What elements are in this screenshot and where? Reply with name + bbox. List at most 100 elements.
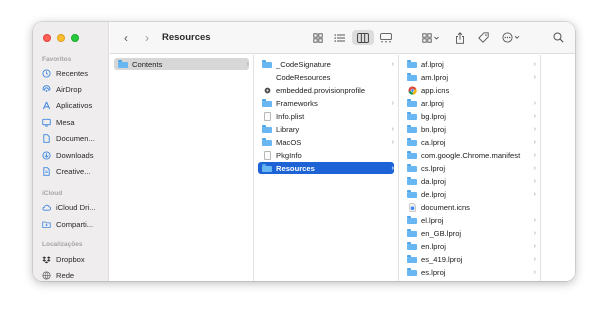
list-item[interactable]: embedded.provisionprofile <box>258 84 394 96</box>
sidebar: Favoritos Recentes AirDrop Aplicativos M… <box>33 22 109 281</box>
document-icon <box>262 150 272 160</box>
chevron-right-icon: › <box>533 151 536 159</box>
column-2: _CodeSignature › CodeResources embedded.pro… <box>254 55 399 281</box>
chevron-right-icon: › <box>533 60 536 68</box>
chevron-right-icon: › <box>533 177 536 185</box>
share-icon <box>456 31 464 44</box>
sidebar-item-label: Creative... <box>56 166 91 176</box>
list-item[interactable]: ar.lproj › <box>403 97 536 109</box>
list-item[interactable]: cs.lproj › <box>403 162 536 174</box>
sidebar-item-airdrop[interactable]: AirDrop <box>42 83 106 95</box>
folder-icon <box>262 125 272 134</box>
list-icon <box>334 33 345 42</box>
minimize-button[interactable] <box>57 34 65 42</box>
list-item[interactable]: Info.plist <box>258 110 394 122</box>
sidebar-item-recentes[interactable]: Recentes <box>42 67 106 79</box>
finder-window: Favoritos Recentes AirDrop Aplicativos M… <box>33 22 575 281</box>
item-name: af.lproj <box>421 59 444 69</box>
item-name: document.icns <box>421 202 470 212</box>
item-name: el.lproj <box>421 215 444 225</box>
list-item[interactable]: Resources › <box>258 162 394 174</box>
dropbox-icon <box>42 255 51 264</box>
back-button[interactable]: ‹ <box>120 31 132 45</box>
list-item[interactable]: am.lproj › <box>403 71 536 83</box>
item-name: Resources <box>276 163 315 173</box>
airdrop-icon <box>42 84 51 94</box>
sidebar-item-label: Documen... <box>56 133 95 143</box>
grid-icon <box>312 32 323 43</box>
gallery-view-button[interactable] <box>378 30 394 45</box>
list-item[interactable]: Frameworks › <box>258 97 394 109</box>
item-name: PkgInfo <box>276 150 302 160</box>
list-item[interactable]: Contents › <box>114 58 249 70</box>
sidebar-item-dropbox[interactable]: Dropbox <box>42 253 106 265</box>
search-button[interactable] <box>551 30 565 45</box>
list-item[interactable]: app.icns <box>403 84 536 96</box>
sidebar-item-creative[interactable]: Creative... <box>42 165 106 177</box>
item-name: en_GB.lproj <box>421 228 462 238</box>
folder-icon <box>407 60 417 69</box>
forward-button[interactable]: › <box>141 31 153 45</box>
share-button[interactable] <box>453 30 467 45</box>
sidebar-item-label: Recentes <box>56 68 89 78</box>
item-name: es_419.lproj <box>421 254 463 264</box>
folder-icon <box>262 60 272 69</box>
list-item[interactable]: ca.lproj › <box>403 136 536 148</box>
list-item[interactable]: bn.lproj › <box>403 123 536 135</box>
list-item[interactable]: es_419.lproj › <box>403 253 536 265</box>
icon-view-button[interactable] <box>310 30 325 45</box>
list-item[interactable]: en.lproj › <box>403 240 536 252</box>
list-item[interactable]: CodeResources <box>258 71 394 83</box>
list-item[interactable]: el.lproj › <box>403 214 536 226</box>
sidebar-item-rede[interactable]: Rede <box>42 269 106 281</box>
column-view-button[interactable] <box>352 30 374 45</box>
folder-icon <box>407 268 417 277</box>
download-icon <box>42 150 51 160</box>
tag-icon <box>477 32 489 43</box>
clock-icon <box>42 68 51 78</box>
network-icon <box>42 270 51 280</box>
list-item[interactable]: en_GB.lproj › <box>403 227 536 239</box>
sidebar-item-mesa[interactable]: Mesa <box>42 116 106 128</box>
list-item[interactable]: bg.lproj › <box>403 110 536 122</box>
list-item[interactable]: Library › <box>258 123 394 135</box>
sidebar-item-aplicativos[interactable]: Aplicativos <box>42 99 106 111</box>
folder-icon <box>407 242 417 251</box>
sidebar-item-icloud-drive[interactable]: iCloud Dri... <box>42 201 106 213</box>
item-name: ca.lproj <box>421 137 446 147</box>
list-item[interactable]: da.lproj › <box>403 175 536 187</box>
list-item[interactable]: MacOS › <box>258 136 394 148</box>
zoom-button[interactable] <box>71 34 79 42</box>
item-name: ar.lproj <box>421 98 444 108</box>
search-icon <box>553 32 564 43</box>
list-item[interactable]: _CodeSignature › <box>258 58 394 70</box>
apps-icon <box>42 101 51 110</box>
file-icon <box>42 166 51 176</box>
sidebar-item-downloads[interactable]: Downloads <box>42 149 106 161</box>
list-item[interactable]: document.icns <box>403 201 536 213</box>
tags-button[interactable] <box>476 30 490 45</box>
list-item[interactable]: af.lproj › <box>403 58 536 70</box>
chevron-right-icon: › <box>533 99 536 107</box>
item-name: Contents <box>132 59 163 69</box>
locations-section-label: Localizações <box>42 241 83 248</box>
sidebar-item-compartilhado[interactable]: Comparti... <box>42 218 106 230</box>
columns-icon <box>357 32 369 43</box>
group-button[interactable] <box>420 30 442 45</box>
list-item[interactable]: PkgInfo <box>258 149 394 161</box>
list-item[interactable]: es.lproj › <box>403 266 536 278</box>
shared-folder-icon <box>42 220 51 229</box>
item-name: am.lproj <box>421 72 449 82</box>
more-actions-button[interactable] <box>500 30 524 45</box>
list-item[interactable]: de.lproj › <box>403 188 536 200</box>
item-name: embedded.provisionprofile <box>276 85 366 95</box>
item-name: bn.lproj <box>421 124 446 134</box>
sidebar-item-documentos[interactable]: Documen... <box>42 132 106 144</box>
folder-icon <box>262 138 272 147</box>
item-name: Frameworks <box>276 98 318 108</box>
list-item[interactable]: com.google.Chrome.manifest › <box>403 149 536 161</box>
close-button[interactable] <box>43 34 51 42</box>
window-title: Resources <box>162 32 211 43</box>
item-name: MacOS <box>276 137 302 147</box>
list-view-button[interactable] <box>332 30 347 45</box>
